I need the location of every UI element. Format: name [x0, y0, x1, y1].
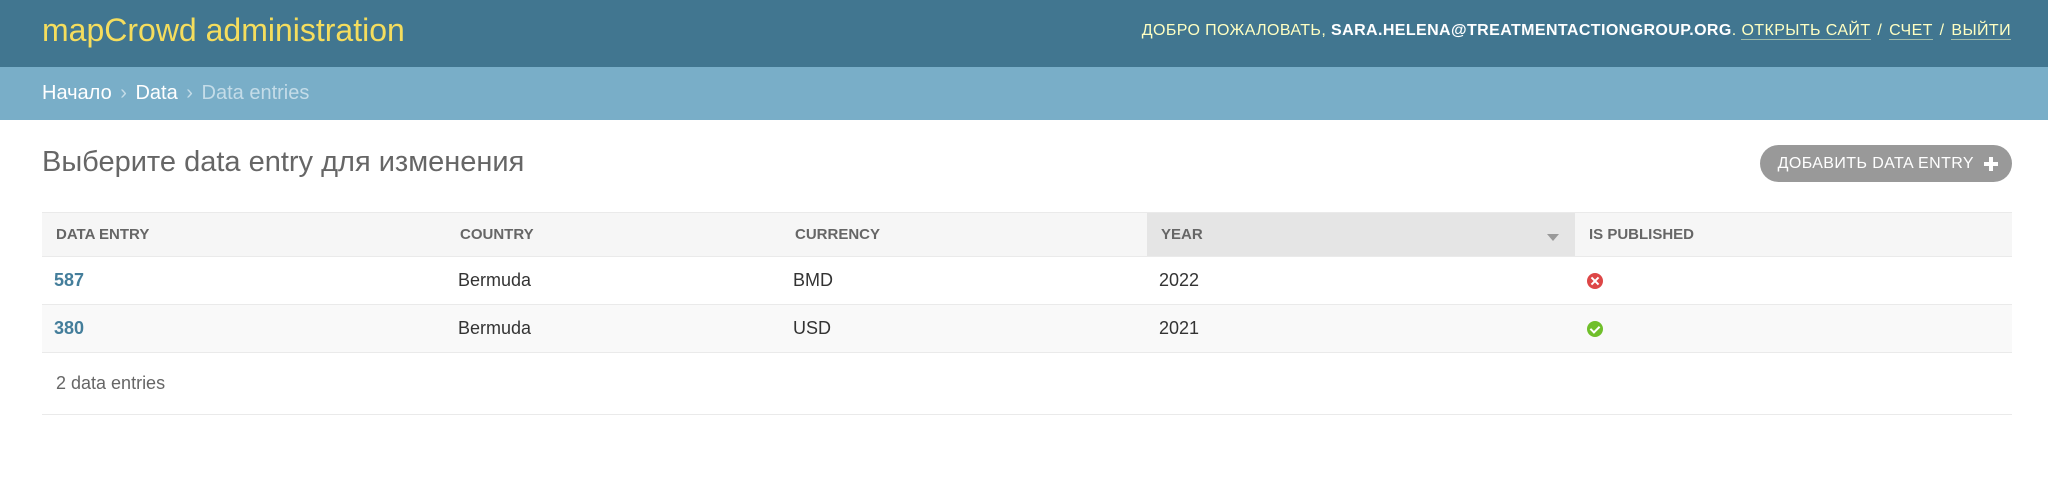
column-header-label: Currency: [795, 226, 881, 243]
welcome-text: Добро пожаловать,: [1141, 22, 1327, 39]
user-tools-separator: /: [1877, 22, 1883, 39]
cell-currency: USD: [781, 304, 1147, 353]
add-data-entry-button[interactable]: Добавить data entry: [1759, 145, 2012, 182]
column-header-label: Data entry: [56, 226, 150, 243]
table-row: 587 Bermuda BMD 2022: [42, 256, 2012, 305]
site-header: mapCrowd administration Добро пожаловать…: [0, 0, 2048, 67]
plus-icon: [1984, 156, 1998, 171]
data-entry-link[interactable]: 380: [54, 318, 84, 338]
cell-currency: BMD: [781, 256, 1147, 305]
user-tools-separator: /: [1939, 22, 1945, 39]
column-header-label: Year: [1161, 226, 1203, 243]
cell-year: 2022: [1147, 256, 1575, 305]
breadcrumb-current: Data entries: [201, 82, 310, 104]
column-header-year[interactable]: Year: [1147, 212, 1575, 257]
welcome-punct: .: [1731, 22, 1737, 39]
cell-is-published: [1575, 304, 2012, 353]
results-table: Data entry Country Currency Year Is publ…: [42, 212, 2012, 353]
logout-link[interactable]: Выйти: [1951, 22, 2011, 40]
page-title: Выберите data entry для изменения: [42, 146, 525, 178]
column-header-data-entry[interactable]: Data entry: [42, 212, 446, 257]
x-circle-icon: [1587, 273, 1603, 290]
user-email: sara.helena@treatmentactiongroup.org: [1331, 22, 1732, 39]
column-header-is-published[interactable]: Is published: [1575, 212, 2012, 257]
check-circle-icon: [1587, 321, 1603, 338]
results-table-container: Data entry Country Currency Year Is publ…: [42, 212, 2012, 353]
breadcrumb-section-link[interactable]: Data: [135, 82, 177, 104]
cell-data-entry: 380: [42, 304, 446, 353]
result-count: 2 data entries: [56, 373, 166, 393]
column-header-country[interactable]: Country: [446, 212, 781, 257]
cell-data-entry: 587: [42, 256, 446, 305]
data-entry-link[interactable]: 587: [54, 270, 84, 290]
breadcrumb-separator: ›: [120, 82, 127, 104]
add-button-label: Добавить data entry: [1777, 155, 1974, 172]
cell-country: Bermuda: [446, 304, 781, 353]
cell-country: Bermuda: [446, 256, 781, 305]
breadcrumb-home-link[interactable]: Начало: [42, 82, 112, 104]
account-link[interactable]: Счет: [1889, 22, 1933, 40]
view-site-link[interactable]: Открыть сайт: [1741, 22, 1871, 40]
column-header-label: Country: [460, 226, 534, 243]
table-header-row: Data entry Country Currency Year Is publ…: [42, 212, 2012, 257]
breadcrumb: Начало › Data › Data entries: [0, 67, 2048, 120]
breadcrumb-separator: ›: [186, 82, 193, 104]
table-row: 380 Bermuda USD 2021: [42, 304, 2012, 353]
column-header-currency[interactable]: Currency: [781, 212, 1147, 257]
site-brand-link[interactable]: mapCrowd administration: [42, 12, 405, 49]
user-tools: Добро пожаловать, sara.helena@treatmenta…: [1142, 22, 2011, 40]
column-header-label: Is published: [1589, 226, 1695, 243]
cell-year: 2021: [1147, 304, 1575, 353]
paginator: 2 data entries: [42, 352, 2012, 415]
cell-is-published: [1575, 256, 2012, 305]
sort-descending-icon[interactable]: [1547, 234, 1559, 241]
